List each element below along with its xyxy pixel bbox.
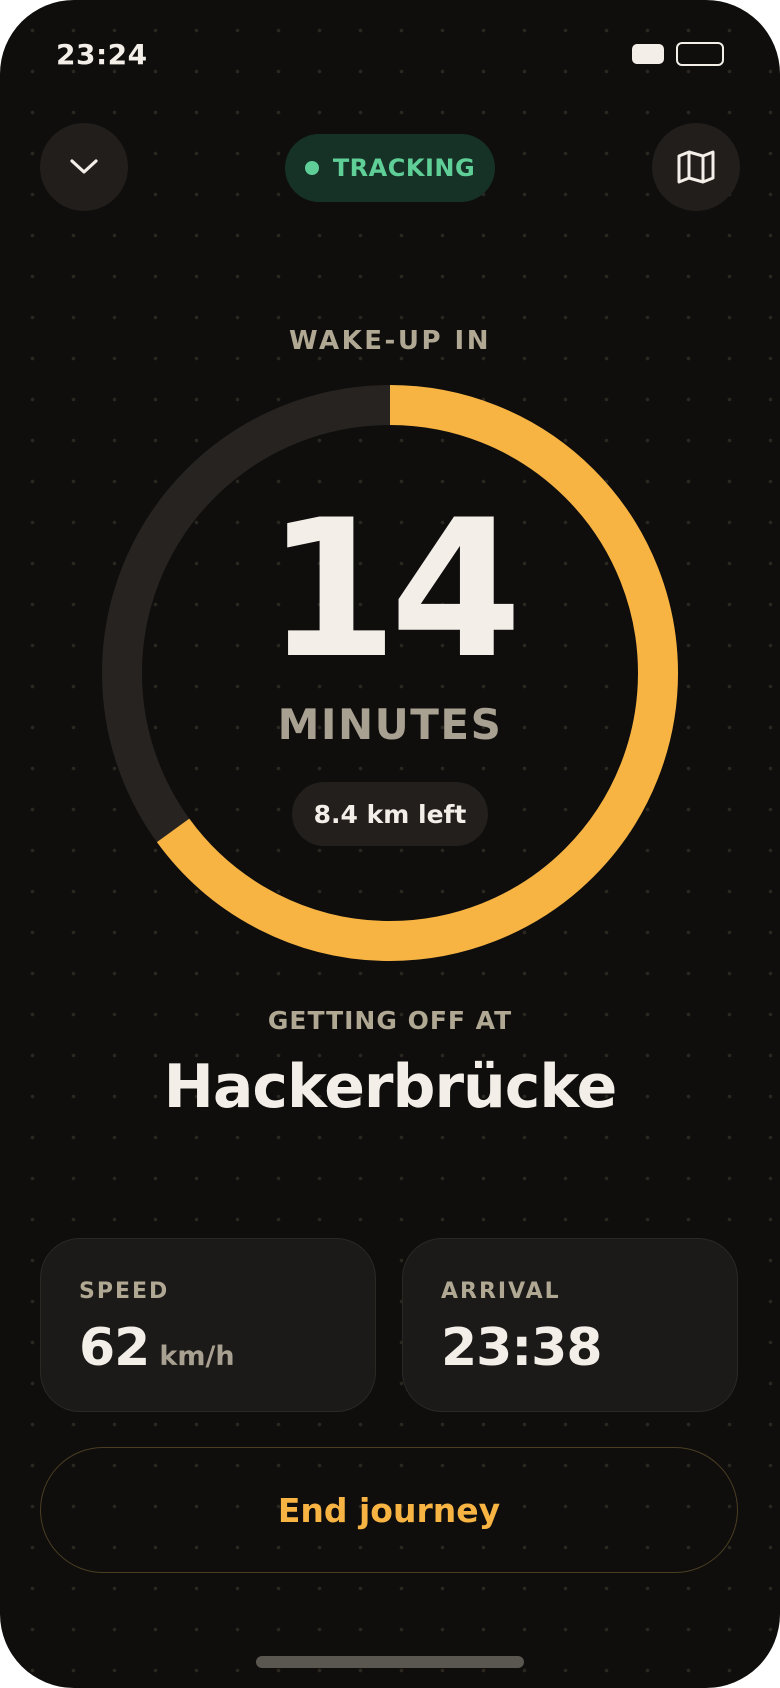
speed-label: SPEED — [79, 1279, 170, 1304]
collapse-button[interactable] — [40, 123, 128, 211]
tracking-label: TRACKING — [332, 154, 476, 182]
map-button[interactable] — [652, 123, 740, 211]
distance-left-badge: 8.4 km left — [292, 782, 488, 846]
phone-screen: 23:24 TRACKING WAKE-UP IN 14 MINUTES 8.4… — [0, 0, 780, 1688]
chevron-down-icon — [70, 159, 98, 174]
speed-value: 62 — [79, 1318, 150, 1378]
tracking-status-badge: TRACKING — [285, 134, 495, 202]
signal-icon — [632, 44, 664, 64]
wake-up-label: WAKE-UP IN — [289, 326, 491, 356]
arrival-card: ARRIVAL 23:38 — [402, 1238, 738, 1412]
speed-card: SPEED 62 km/h — [40, 1238, 376, 1412]
tracking-dot — [304, 161, 319, 175]
battery-icon — [676, 42, 724, 66]
minutes-unit: MINUTES — [277, 700, 503, 749]
arrival-label: ARRIVAL — [441, 1279, 561, 1304]
getting-off-label: GETTING OFF AT — [267, 1006, 513, 1035]
status-icons — [632, 42, 724, 66]
end-journey-button[interactable]: End journey — [40, 1447, 738, 1573]
minutes-remaining: 14 — [265, 479, 522, 700]
arrival-time: 23:38 — [441, 1318, 603, 1378]
destination-station: Hackerbrücke — [163, 1052, 618, 1122]
speed-unit: km/h — [159, 1341, 235, 1372]
map-icon — [677, 150, 715, 184]
status-time: 23:24 — [56, 38, 148, 71]
home-indicator[interactable] — [256, 1656, 524, 1668]
